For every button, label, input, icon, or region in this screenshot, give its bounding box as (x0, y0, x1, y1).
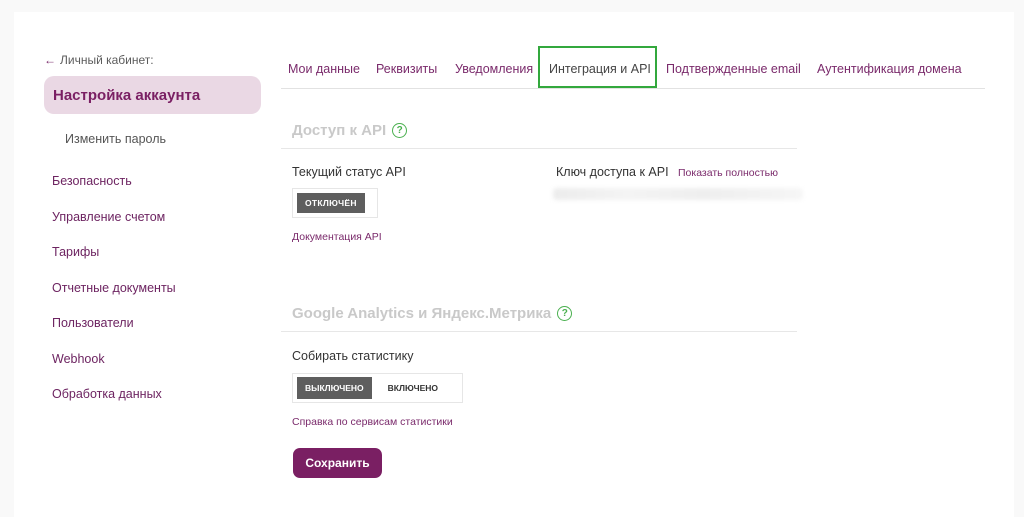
back-to-account-link[interactable]: ← Личный кабинет: (44, 53, 154, 67)
sidebar-menu: Безопасность Управление счетом Тарифы От… (52, 173, 176, 422)
analytics-title-text: Google Analytics и Яндекс.Метрика (292, 305, 552, 322)
sidebar-item-tariffs[interactable]: Тарифы (52, 244, 176, 280)
api-status-box: ОТКЛЮЧЁН (292, 188, 378, 218)
sidebar-item-users[interactable]: Пользователи (52, 315, 176, 351)
sidebar-item-data-processing[interactable]: Обработка данных (52, 386, 176, 422)
api-title-text: Доступ к API (292, 122, 387, 139)
api-divider (281, 148, 797, 149)
show-full-key-link[interactable]: Показать полностью (678, 167, 778, 179)
collect-stats-label: Собирать статистику (292, 349, 414, 363)
tab-requisites[interactable]: Реквизиты (376, 62, 437, 76)
back-link-label: Личный кабинет: (60, 53, 154, 67)
sidebar-item-webhook[interactable]: Webhook (52, 351, 176, 387)
sidebar-item-reports[interactable]: Отчетные документы (52, 280, 176, 316)
sidebar-item-account-management[interactable]: Управление счетом (52, 209, 176, 245)
toggle-option-on[interactable]: ВКЛЮЧЕНО (388, 383, 438, 393)
arrow-left-icon: ← (44, 53, 56, 67)
tab-confirmed-email[interactable]: Подтвержденные email (666, 62, 801, 76)
api-section-title: Доступ к API ? (292, 122, 408, 139)
help-icon[interactable]: ? (557, 306, 573, 321)
tab-domain-auth[interactable]: Аутентификация домена (817, 62, 962, 76)
sidebar-item-change-password[interactable]: Изменить пароль (65, 132, 166, 146)
analytics-divider (281, 331, 797, 332)
toggle-option-off[interactable]: ВЫКЛЮЧЕНО (297, 377, 372, 399)
tab-notifications[interactable]: Уведомления (455, 62, 533, 76)
tab-my-data[interactable]: Мои данные (288, 62, 360, 76)
api-docs-link[interactable]: Документация API (292, 231, 382, 243)
sidebar-active-label: Настройка аккаунта (53, 86, 201, 104)
settings-tabs: Мои данные Реквизиты Уведомления Интегра… (281, 45, 985, 89)
save-button[interactable]: Сохранить (293, 448, 382, 478)
tab-integration-api[interactable]: Интеграция и API (549, 62, 651, 76)
analytics-section-title: Google Analytics и Яндекс.Метрика ? (292, 305, 573, 322)
help-icon[interactable]: ? (392, 123, 408, 138)
sidebar-item-security[interactable]: Безопасность (52, 173, 176, 209)
api-status-badge: ОТКЛЮЧЁН (297, 193, 365, 213)
stats-help-link[interactable]: Справка по сервисам статистики (292, 416, 453, 428)
sidebar-item-account-settings[interactable]: Настройка аккаунта (44, 76, 261, 114)
api-status-label: Текущий статус API (292, 165, 406, 179)
api-key-label: Ключ доступа к API (556, 165, 669, 179)
collect-stats-toggle: ВЫКЛЮЧЕНО ВКЛЮЧЕНО (292, 373, 463, 403)
api-key-value-redacted (553, 188, 803, 200)
